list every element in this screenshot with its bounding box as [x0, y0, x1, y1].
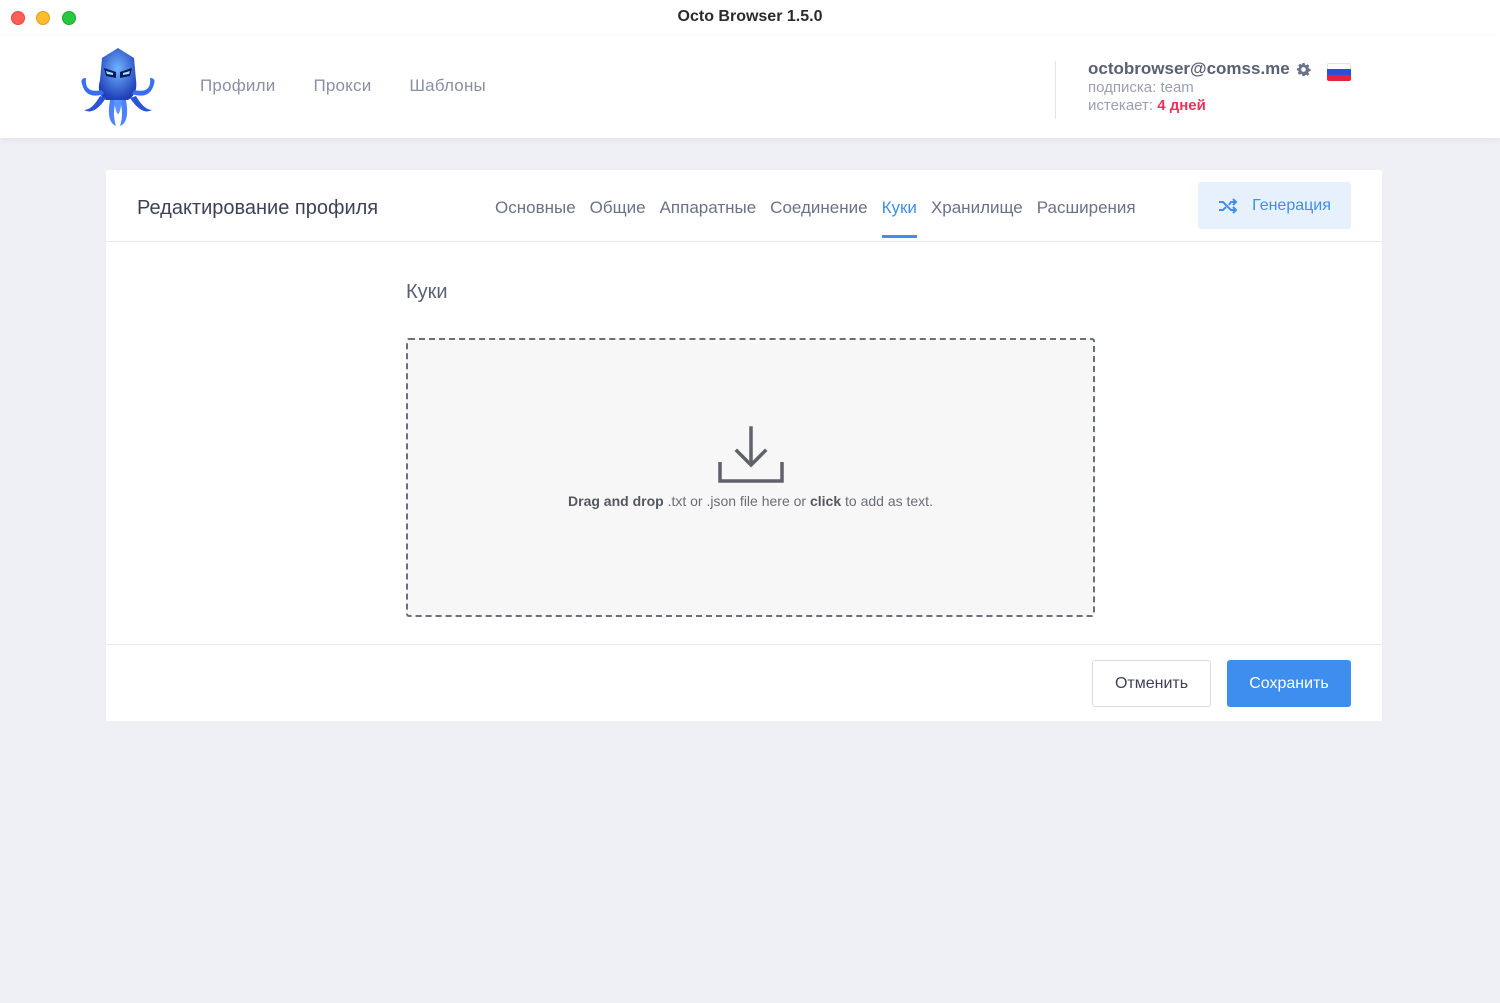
tab-main[interactable]: Основные [495, 198, 576, 238]
nav-profiles[interactable]: Профили [200, 76, 275, 96]
profile-editor-card: Редактирование профиля Основные Общие Ап… [106, 170, 1382, 721]
card-header: Редактирование профиля Основные Общие Ап… [106, 170, 1382, 242]
header-divider [1055, 61, 1056, 119]
profile-tabs: Основные Общие Аппаратные Соединение Кук… [495, 198, 1136, 238]
generate-label: Генерация [1252, 196, 1331, 214]
nav-proxies[interactable]: Прокси [313, 76, 371, 96]
account-info: octobrowser@comss.me подписка: team исте… [1088, 59, 1311, 115]
tab-storage[interactable]: Хранилище [931, 198, 1023, 238]
subscription-text: подписка: team [1088, 79, 1194, 96]
cookie-dropzone[interactable]: Drag and drop .txt or .json file here or… [406, 338, 1095, 617]
octopus-logo-icon[interactable] [76, 44, 160, 130]
shuffle-icon [1219, 197, 1238, 214]
app-header: Профили Прокси Шаблоны octobrowser@comss… [0, 36, 1500, 138]
dropzone-text-1: .txt or .json file here or [663, 493, 810, 509]
section-title: Куки [406, 281, 448, 303]
expires-days: 4 дней [1157, 97, 1206, 114]
dropzone-hint: Drag and drop .txt or .json file here or… [408, 493, 1093, 509]
page-title: Редактирование профиля [137, 197, 379, 219]
tab-connection[interactable]: Соединение [770, 198, 867, 238]
account-email: octobrowser@comss.me [1088, 59, 1290, 78]
save-button[interactable]: Сохранить [1227, 660, 1351, 707]
ru-flag-icon[interactable] [1327, 63, 1351, 81]
tab-hardware[interactable]: Аппаратные [660, 198, 757, 238]
expires-label: истекает: [1088, 97, 1154, 114]
dropzone-strong-drag: Drag and drop [568, 493, 664, 509]
tab-general[interactable]: Общие [590, 198, 646, 238]
cancel-button[interactable]: Отменить [1092, 660, 1211, 707]
tab-extensions[interactable]: Расширения [1037, 198, 1136, 238]
window-title: Octo Browser 1.5.0 [677, 8, 823, 25]
gear-icon[interactable] [1296, 62, 1311, 77]
nav-templates[interactable]: Шаблоны [409, 76, 486, 96]
footer-divider [106, 644, 1382, 645]
tab-cookies[interactable]: Куки [881, 198, 918, 238]
main-nav: Профили Прокси Шаблоны [200, 76, 486, 96]
dropzone-text-2: to add as text. [841, 493, 933, 509]
account-email-row: octobrowser@comss.me [1088, 59, 1311, 79]
expires-row: истекает: 4 дней [1088, 97, 1311, 115]
generate-button[interactable]: Генерация [1198, 182, 1351, 229]
download-icon [718, 426, 784, 483]
app-window: Octo Browser 1.5.0 Профили Прокси Шаблон… [0, 0, 1500, 1003]
title-bar: Octo Browser 1.5.0 [0, 0, 1500, 36]
dropzone-strong-click: click [809, 493, 842, 509]
